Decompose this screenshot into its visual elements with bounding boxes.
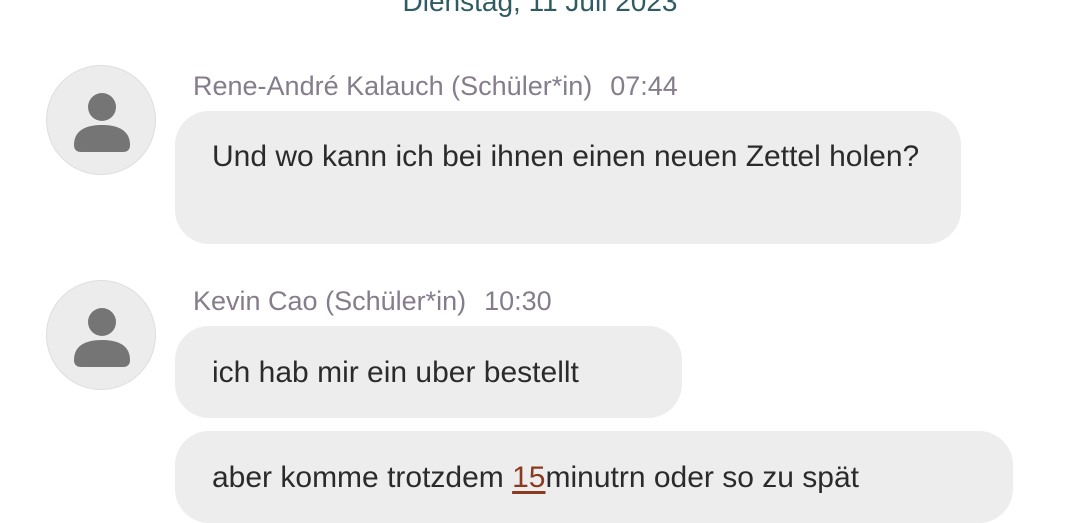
person-icon: [74, 93, 130, 152]
message-bubble[interactable]: Und wo kann ich bei ihnen einen neuen Ze…: [175, 111, 961, 244]
sender-name[interactable]: Rene-André Kalauch (Schüler*in): [193, 71, 592, 101]
message-header: Rene-André Kalauch (Schüler*in) 07:44: [193, 70, 678, 102]
date-separator: Dienstag, 11 Juli 2023: [402, 0, 678, 17]
avatar[interactable]: [46, 65, 156, 175]
message-text: Und wo kann ich bei ihnen einen neuen Ze…: [212, 140, 920, 173]
message-bubble[interactable]: aber komme trotzdem 15minutrn oder so zu…: [175, 431, 1013, 523]
chat-screen: Dienstag, 11 Juli 2023 Rene-André Kalauc…: [0, 0, 1080, 523]
person-icon: [74, 308, 130, 367]
message-text: ich hab mir ein uber bestellt: [212, 356, 579, 389]
message-time: 10:30: [484, 286, 552, 316]
message-header: Kevin Cao (Schüler*in) 10:30: [193, 285, 552, 317]
detected-number-link[interactable]: 15: [512, 461, 545, 494]
message-text-part: aber komme trotzdem: [212, 461, 513, 494]
message-time: 07:44: [610, 71, 678, 101]
message-text-part: minutrn oder so zu spät: [545, 461, 859, 494]
avatar[interactable]: [46, 280, 156, 390]
sender-name[interactable]: Kevin Cao (Schüler*in): [193, 286, 466, 316]
message-bubble[interactable]: ich hab mir ein uber bestellt: [175, 326, 682, 418]
